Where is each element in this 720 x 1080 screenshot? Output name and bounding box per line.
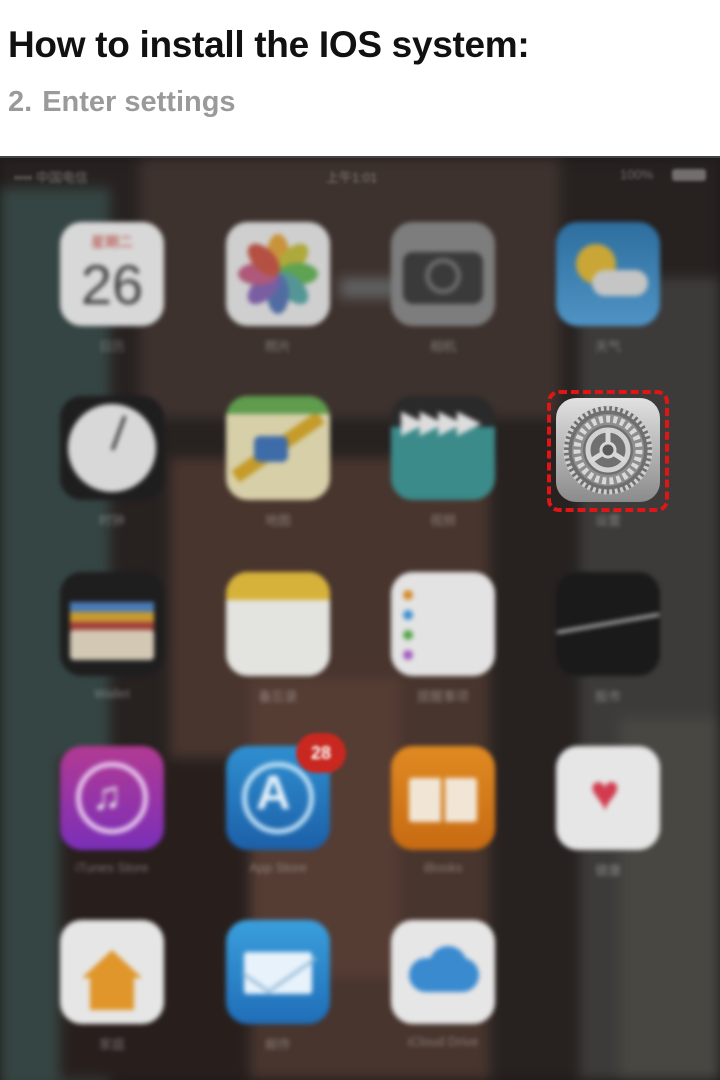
app-label-camera: 相机 [429,339,456,354]
app-label-clock: 时钟 [98,513,125,528]
app-label-icloud-drive: iCloud Drive [407,1034,479,1049]
app-label-app-store: App Store [249,860,307,875]
icloud-drive-app-icon[interactable] [391,920,495,1024]
mail-app-icon[interactable] [226,920,330,1024]
wallet-app-icon[interactable] [60,572,164,676]
reminders-app-icon[interactable] [391,572,495,676]
stocks-app-icon[interactable] [556,572,660,676]
app-label-health: 健康 [594,863,621,878]
calendar-app-icon[interactable]: 星期二 26 [60,222,164,326]
ibooks-app-icon[interactable] [391,746,495,850]
app-label-mail: 邮件 [264,1037,291,1052]
app-label-photos: 照片 [264,339,291,354]
app-label-settings: 设置 [594,513,621,528]
app-label-ibooks: iBooks [423,860,463,875]
app-label-calendar: 日历 [98,339,125,354]
home-app-icon[interactable] [60,920,164,1024]
instruction-header: How to install the IOS system: 2. Enter s… [0,0,720,157]
health-app-icon[interactable]: ♥ [556,746,660,850]
battery-percent: 100% [620,167,654,182]
app-label-home: 家庭 [98,1037,125,1052]
app-label-wallet: Wallet [94,686,130,701]
app-label-notes: 备忘录 [258,689,298,704]
clock-app-icon[interactable] [60,396,164,500]
battery-icon [672,169,706,181]
app-label-reminders: 提醒事项 [416,689,469,704]
step-caption: 2. Enter settings [8,86,236,119]
carrier-text: •••• 中国电信 [14,170,88,185]
app-label-weather: 天气 [594,339,621,354]
videos-app-icon[interactable]: ▶▶▶▶ [391,396,495,500]
app-label-itunes-store: iTunes Store [75,860,149,875]
app-store-badge: 28 [296,733,346,773]
page-title: How to install the IOS system: [8,24,530,65]
app-label-maps: 地图 [264,513,291,528]
settings-highlight-box [547,390,669,512]
maps-app-icon[interactable] [226,396,330,500]
app-label-videos: 视频 [429,513,456,528]
weather-app-icon[interactable] [556,222,660,326]
step-text: Enter settings [42,86,236,118]
status-time: 上午1:01 [326,170,378,185]
calendar-day: 26 [80,253,144,316]
status-bar: •••• 中国电信 上午1:01 100% [0,158,720,192]
calendar-weekday: 星期二 [91,234,133,250]
app-label-stocks: 股市 [594,689,621,704]
camera-app-icon[interactable] [391,222,495,326]
step-number: 2. [8,86,33,118]
itunes-store-app-icon[interactable]: ♫ [60,746,164,850]
notes-app-icon[interactable] [226,572,330,676]
photos-app-icon[interactable] [226,222,330,326]
phone-home-screen: •••• 中国电信 上午1:01 100% 星期二 26 日历 照片 相机 天气… [0,158,720,1080]
